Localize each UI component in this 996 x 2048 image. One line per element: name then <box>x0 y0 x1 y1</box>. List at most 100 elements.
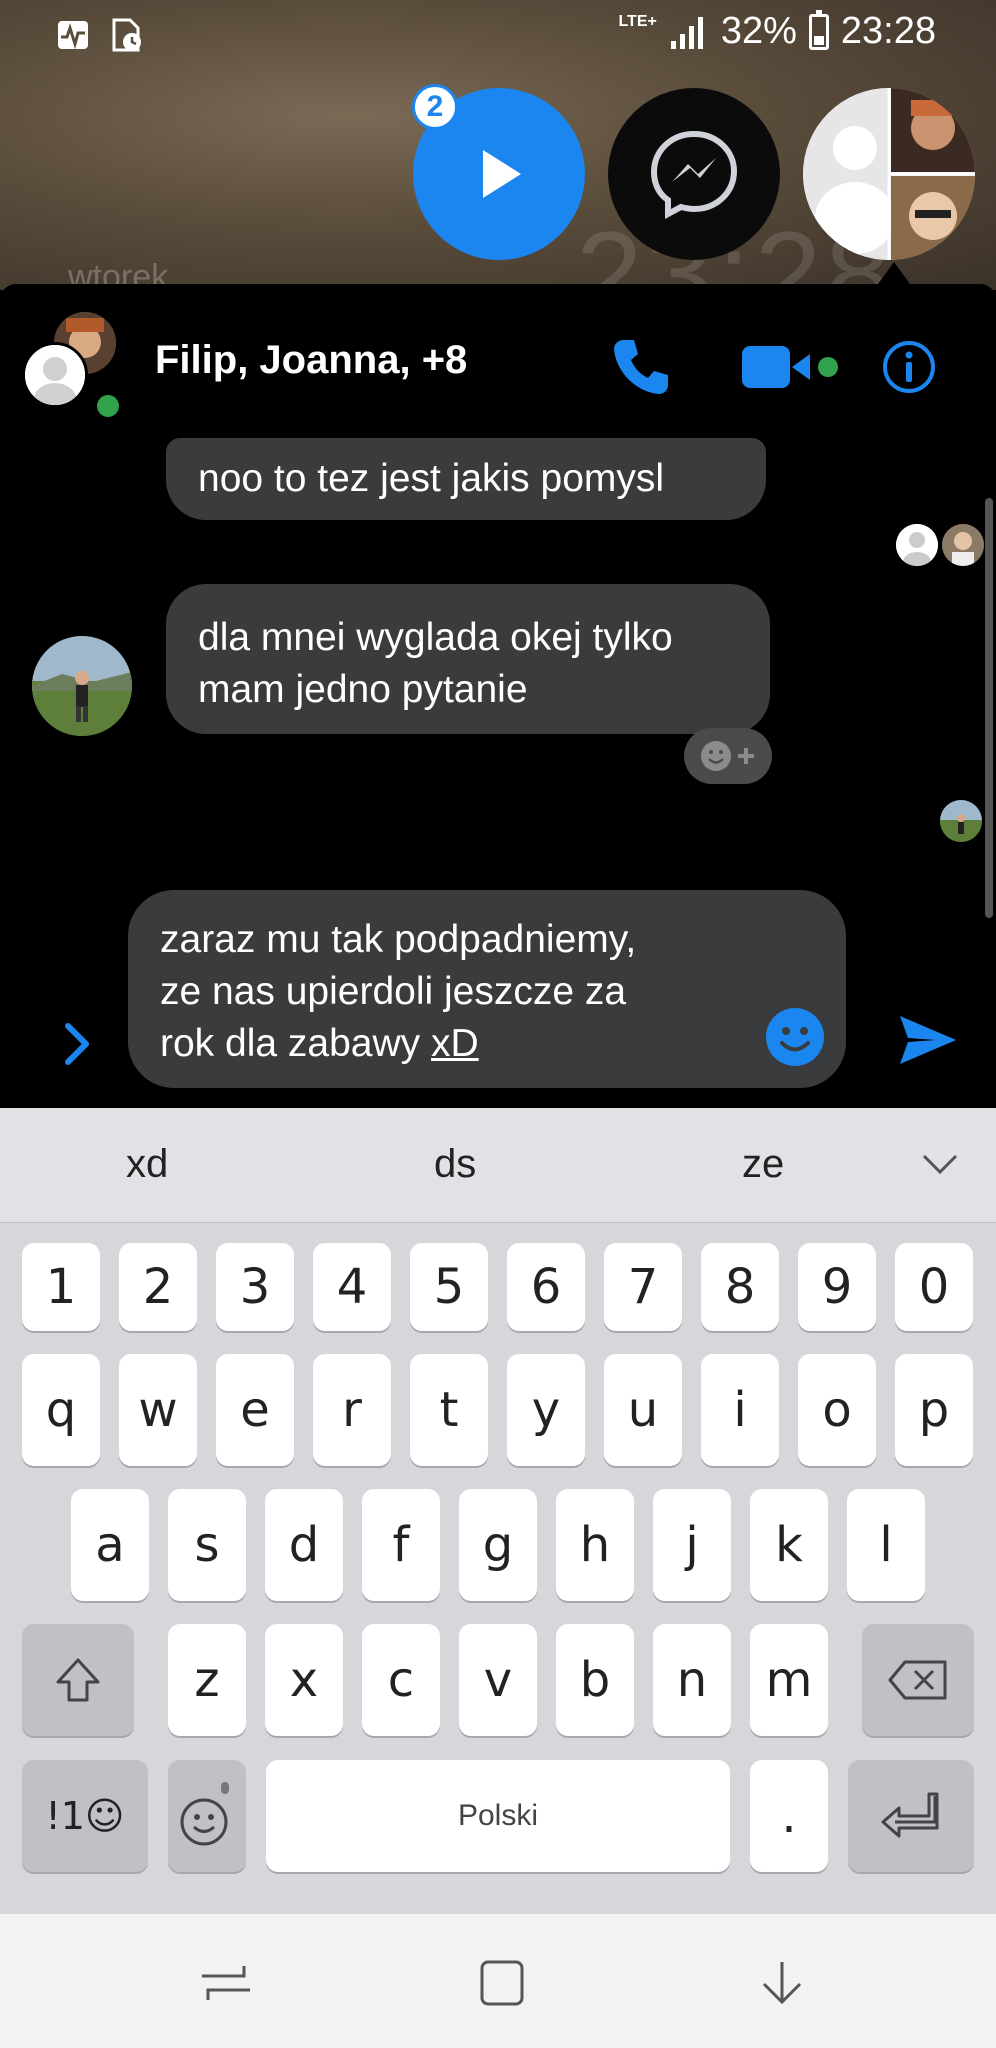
key-4[interactable]: 4 <box>313 1243 391 1331</box>
video-call-icon <box>742 346 838 388</box>
chat-title[interactable]: Filip, Joanna, +8 <box>155 338 467 383</box>
key-9[interactable]: 9 <box>798 1243 876 1331</box>
message-text: mam jedno pytanie <box>198 668 528 711</box>
group-avatar <box>803 88 975 260</box>
suggestion-item[interactable]: ds <box>434 1142 476 1187</box>
backspace-key[interactable] <box>862 1624 974 1736</box>
group-avatar-stack[interactable] <box>22 312 128 420</box>
input-text-segment: rok dla zabawy <box>160 1022 431 1065</box>
key-o[interactable]: o <box>798 1354 876 1466</box>
key-6[interactable]: 6 <box>507 1243 585 1331</box>
key-5[interactable]: 5 <box>410 1243 488 1331</box>
key-w[interactable]: w <box>119 1354 197 1466</box>
video-call-button[interactable] <box>740 332 840 402</box>
info-icon <box>883 341 935 393</box>
symbols-key[interactable]: !1☺ <box>22 1760 148 1872</box>
key-3[interactable]: 3 <box>216 1243 294 1331</box>
expand-actions-button[interactable] <box>58 1014 98 1074</box>
smiley-plus-icon <box>701 741 754 771</box>
key-c[interactable]: c <box>362 1624 440 1736</box>
period-key[interactable]: . <box>750 1760 828 1872</box>
input-text-composing: xD <box>430 1022 479 1065</box>
key-l[interactable]: l <box>847 1489 925 1601</box>
key-z[interactable]: z <box>168 1624 246 1736</box>
chevron-right-icon <box>65 1023 89 1065</box>
key-k[interactable]: k <box>750 1489 828 1601</box>
smiley-icon <box>180 1782 229 1846</box>
status-time: 23:28 <box>840 10 936 52</box>
key-q[interactable]: q <box>22 1354 100 1466</box>
key-b[interactable]: b <box>556 1624 634 1736</box>
send-icon <box>900 1016 956 1064</box>
key-i[interactable]: i <box>701 1354 779 1466</box>
message-bubble[interactable]: dla mnei wyglada okej tylko mam jedno py… <box>166 584 770 734</box>
hide-keyboard-icon[interactable] <box>752 1958 812 2008</box>
chat-head-messenger[interactable] <box>608 88 780 260</box>
key-p[interactable]: p <box>895 1354 973 1466</box>
signal-icon <box>670 16 703 49</box>
phone-icon <box>614 340 668 394</box>
network-type: LTE+ <box>618 12 657 30</box>
backspace-icon <box>888 1660 947 1700</box>
key-2[interactable]: 2 <box>119 1243 197 1331</box>
clock-file-icon <box>112 18 141 52</box>
chat-head-group[interactable] <box>803 88 975 260</box>
online-indicator <box>94 392 122 420</box>
key-t[interactable]: t <box>410 1354 488 1466</box>
send-button[interactable] <box>896 1008 960 1072</box>
key-0[interactable]: 0 <box>895 1243 973 1331</box>
key-f[interactable]: f <box>362 1489 440 1601</box>
call-button[interactable] <box>606 332 676 402</box>
smiley-icon <box>766 1008 824 1066</box>
space-key[interactable]: Polski <box>266 1760 730 1872</box>
key-y[interactable]: y <box>507 1354 585 1466</box>
key-e[interactable]: e <box>216 1354 294 1466</box>
avatar <box>942 524 984 566</box>
key-x[interactable]: x <box>265 1624 343 1736</box>
suggestion-item[interactable]: ze <box>742 1142 784 1187</box>
key-7[interactable]: 7 <box>604 1243 682 1331</box>
space-key-label: Polski <box>457 1799 539 1832</box>
keyboard: xd ds ze 1 2 3 4 5 6 7 8 9 0 q w e r t y… <box>0 1108 996 1914</box>
emoji-button[interactable] <box>764 1006 826 1068</box>
unread-badge: 2 <box>412 84 458 130</box>
avatar <box>22 342 88 408</box>
enter-key[interactable] <box>848 1760 974 1872</box>
key-j[interactable]: j <box>653 1489 731 1601</box>
chevron-down-icon[interactable] <box>920 1150 960 1180</box>
emoji-key[interactable] <box>168 1760 246 1872</box>
chat-panel: Filip, Joanna, +8 noo to tez jest jakis … <box>0 284 996 1108</box>
battery-icon <box>808 9 829 50</box>
message-bubble[interactable]: noo to tez jest jakis pomysl <box>166 438 766 520</box>
avatar <box>896 524 938 566</box>
message-input[interactable]: zaraz mu tak podpadniemy, ze nas upierdo… <box>128 890 846 1088</box>
suggestion-bar: xd ds ze <box>0 1108 996 1223</box>
info-button[interactable] <box>878 336 940 398</box>
key-g[interactable]: g <box>459 1489 537 1601</box>
message-text: dla mnei wyglada okej tylko <box>198 616 673 659</box>
avatar[interactable] <box>32 636 132 736</box>
key-u[interactable]: u <box>604 1354 682 1466</box>
message-text: noo to tez jest jakis pomysl <box>198 457 665 500</box>
key-s[interactable]: s <box>168 1489 246 1601</box>
messenger-icon <box>650 130 738 220</box>
shift-key[interactable] <box>22 1624 134 1736</box>
key-8[interactable]: 8 <box>701 1243 779 1331</box>
key-h[interactable]: h <box>556 1489 634 1601</box>
recent-apps-icon[interactable] <box>196 1958 256 2008</box>
key-r[interactable]: r <box>313 1354 391 1466</box>
key-v[interactable]: v <box>459 1624 537 1736</box>
key-a[interactable]: a <box>71 1489 149 1601</box>
scrollbar[interactable] <box>985 498 993 918</box>
key-d[interactable]: d <box>265 1489 343 1601</box>
avatar <box>940 800 982 842</box>
key-1[interactable]: 1 <box>22 1243 100 1331</box>
pulse-icon <box>58 21 88 50</box>
system-nav-bar <box>0 1914 996 2048</box>
key-m[interactable]: m <box>750 1624 828 1736</box>
battery-percent: 32% <box>720 10 797 52</box>
home-icon[interactable] <box>472 1958 532 2008</box>
add-reaction-button[interactable] <box>684 728 772 784</box>
suggestion-item[interactable]: xd <box>126 1142 168 1187</box>
key-n[interactable]: n <box>653 1624 731 1736</box>
